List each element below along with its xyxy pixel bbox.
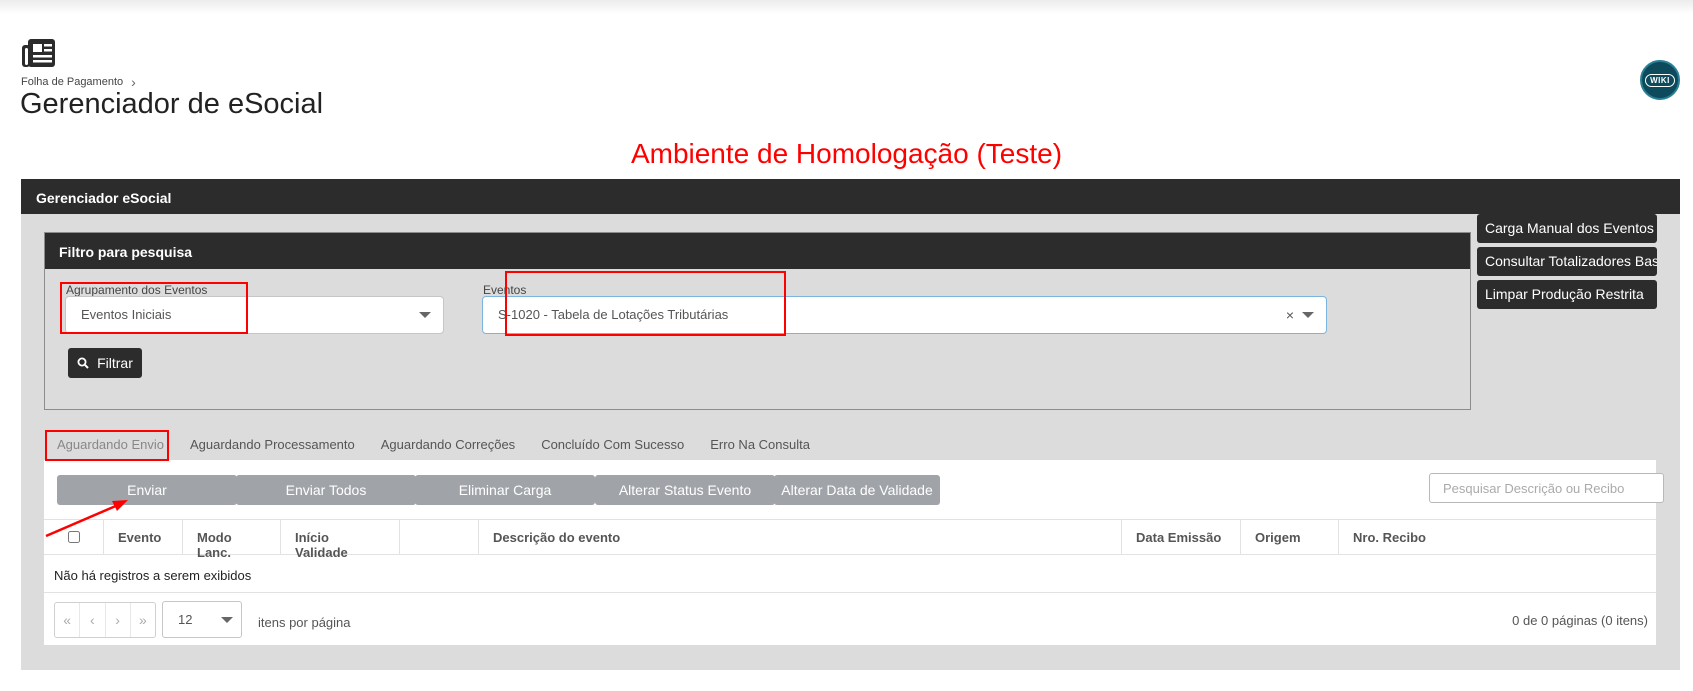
status-tabs: Aguardando Envio Aguardando Processament…	[44, 429, 823, 459]
page-size-select[interactable]: 12	[162, 601, 242, 638]
newspaper-icon	[22, 39, 55, 67]
filter-button[interactable]: Filtrar	[68, 348, 142, 378]
clear-icon[interactable]: ×	[1286, 307, 1294, 323]
column-header[interactable]: Nro. Recibo	[1338, 520, 1536, 554]
tab-erro-consulta[interactable]: Erro Na Consulta	[697, 430, 823, 459]
last-page-icon[interactable]: »	[129, 603, 155, 637]
tab-concluido-sucesso[interactable]: Concluído Com Sucesso	[528, 430, 697, 459]
column-header[interactable]: Data Emissão	[1121, 520, 1240, 554]
totalizers-button[interactable]: Consultar Totalizadores Base	[1477, 247, 1657, 276]
column-header[interactable]: Início Validade	[280, 520, 399, 560]
page-size-value: 12	[178, 612, 193, 627]
breadcrumb-item-folha[interactable]: Folha de Pagamento	[21, 76, 123, 88]
filter-title: Filtro para pesquisa	[45, 233, 1470, 269]
panel-title: Gerenciador eSocial	[21, 179, 1680, 214]
send-all-button[interactable]: Enviar Todos	[236, 475, 416, 505]
items-per-page-label: itens por página	[258, 615, 351, 630]
select-all-checkbox[interactable]	[67, 531, 80, 543]
esocial-panel: Gerenciador eSocial Filtro para pesquisa…	[21, 179, 1680, 670]
change-status-button[interactable]: Alterar Status Evento	[595, 475, 775, 505]
tab-aguardando-envio[interactable]: Aguardando Envio	[44, 430, 177, 459]
page-title: Gerenciador de eSocial	[20, 88, 324, 120]
first-page-icon[interactable]: «	[55, 603, 79, 637]
manual-load-button[interactable]: Carga Manual dos Eventos	[1477, 214, 1657, 243]
next-page-icon[interactable]: ›	[104, 603, 130, 637]
prev-page-icon[interactable]: ‹	[79, 603, 104, 637]
grid-header: Evento Modo Lanc. Início Validade Descri…	[44, 519, 1656, 560]
send-button[interactable]: Enviar	[57, 475, 237, 505]
empty-message: Não há registros a serem exibidos	[54, 568, 252, 583]
environment-banner: Ambiente de Homologação (Teste)	[630, 138, 1063, 169]
events-label: Eventos	[483, 283, 527, 297]
filter-button-label: Filtrar	[97, 355, 133, 371]
tab-aguardando-correcoes[interactable]: Aguardando Correções	[368, 430, 528, 459]
caret-down-icon	[1302, 312, 1314, 318]
events-card: Enviar Enviar Todos Eliminar Carga Alter…	[44, 460, 1664, 645]
column-header	[399, 520, 478, 554]
events-select-value: S-1020 - Tabela de Lotações Tributárias	[498, 307, 729, 322]
tab-aguardando-processamento[interactable]: Aguardando Processamento	[177, 430, 368, 459]
caret-down-icon	[221, 617, 233, 623]
column-header[interactable]: Modo Lanc.	[182, 520, 280, 560]
filter-box: Filtro para pesquisa Agrupamento dos Eve…	[44, 232, 1471, 410]
caret-down-icon	[419, 312, 431, 318]
clear-restricted-button[interactable]: Limpar Produção Restrita	[1477, 280, 1657, 309]
search-icon	[77, 357, 89, 369]
group-label: Agrupamento dos Eventos	[66, 283, 208, 297]
top-bar	[0, 0, 1693, 14]
column-header[interactable]: Descrição do evento	[478, 520, 1121, 554]
events-select[interactable]: S-1020 - Tabela de Lotações Tributárias …	[482, 296, 1327, 334]
pages-info: 0 de 0 páginas (0 itens)	[1512, 613, 1648, 628]
change-validity-button[interactable]: Alterar Data de Validade	[774, 475, 940, 505]
group-select[interactable]: Eventos Iniciais	[65, 296, 444, 334]
wiki-button[interactable]: WIKI	[1640, 60, 1680, 100]
select-all-column	[44, 520, 103, 554]
pager-nav: « ‹ › »	[54, 602, 156, 638]
group-select-value: Eventos Iniciais	[81, 307, 172, 322]
delete-load-button[interactable]: Eliminar Carga	[415, 475, 595, 505]
search-input[interactable]	[1429, 473, 1664, 503]
column-header[interactable]: Evento	[103, 520, 182, 554]
column-header[interactable]: Origem	[1240, 520, 1338, 554]
wiki-label: WIKI	[1645, 73, 1675, 87]
pagination: « ‹ › » 12 itens por página 0 de 0 págin…	[44, 592, 1656, 645]
